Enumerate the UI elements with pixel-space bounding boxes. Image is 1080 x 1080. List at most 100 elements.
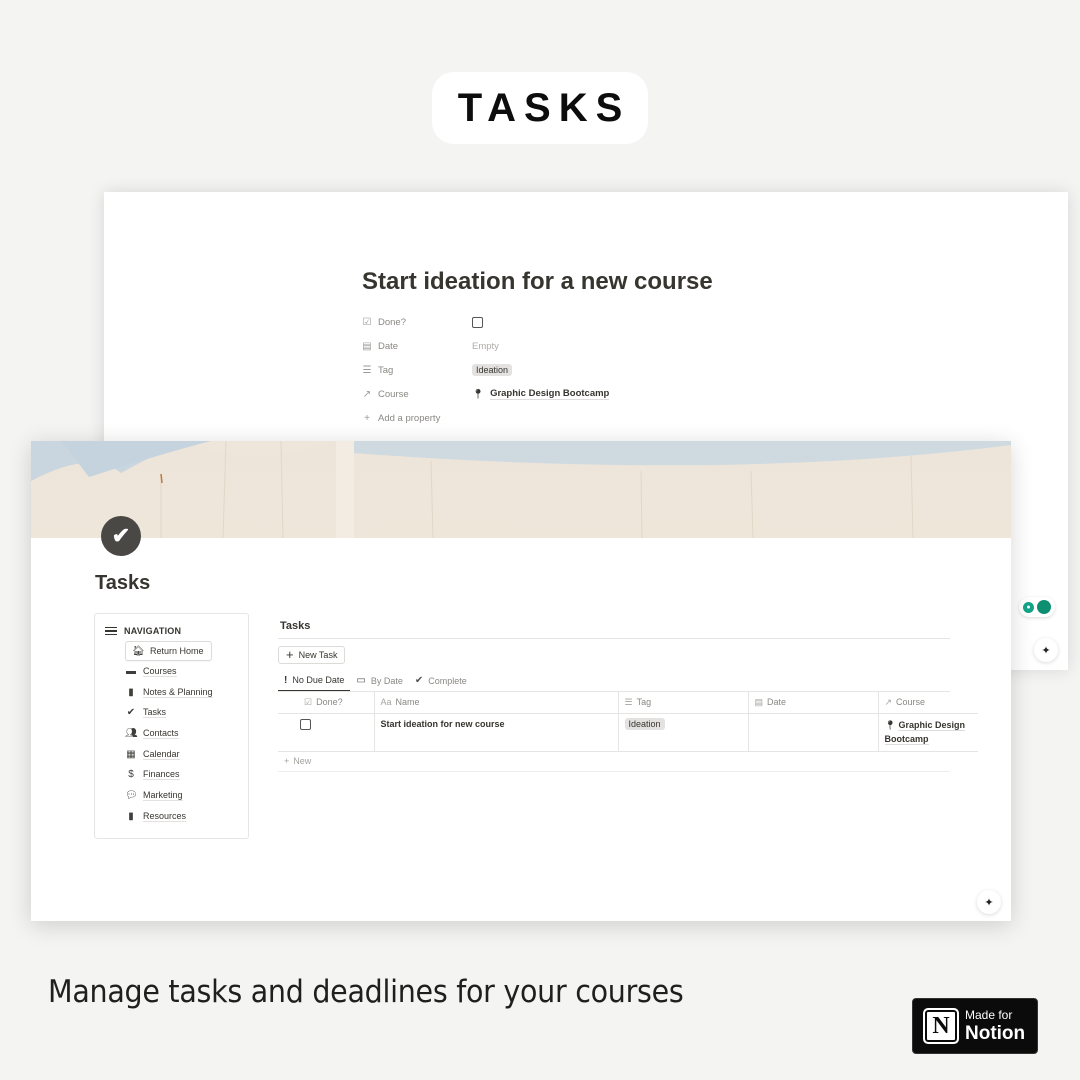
nav-label: Calendar <box>143 748 180 760</box>
people-icon: 👥︎ <box>125 727 138 739</box>
hero-title: TASKS <box>457 85 631 130</box>
navigation-list: 🏠︎ Return Home ▬ Courses ▮ Notes & Plann… <box>125 641 213 827</box>
nav-link-finances[interactable]: $ Finances <box>125 764 213 785</box>
plus-icon: + <box>284 756 290 766</box>
view-tabs: ! No Due Date ▭ By Date ✔ Complete <box>278 670 950 692</box>
column-header-name[interactable]: Aa Name <box>374 692 619 714</box>
nav-link-courses[interactable]: ▬ Courses <box>125 661 213 682</box>
nav-label: Return Home <box>150 646 204 656</box>
checkbox-icon: ☑ <box>304 696 313 707</box>
extension-widget[interactable]: ● <box>1019 597 1055 617</box>
nav-label: Finances <box>143 769 180 781</box>
navigation-panel: NAVIGATION 🏠︎ Return Home ▬ Courses ▮ No… <box>94 613 249 839</box>
column-label: Tag <box>636 696 652 707</box>
caption: Manage tasks and deadlines for your cour… <box>48 974 684 1010</box>
new-row-label: New <box>293 756 312 766</box>
property-label: Date <box>378 340 399 352</box>
cover-art <box>31 441 1011 538</box>
tab-by-date[interactable]: ▭ By Date <box>350 670 408 691</box>
table-header-row: ☑ Done? Aa Name ☰ Tag ▤ Date ↗ Course <box>278 692 978 714</box>
property-label: Tag <box>378 364 394 376</box>
return-home-button[interactable]: 🏠︎ Return Home <box>125 641 212 661</box>
text-icon: Aa <box>380 697 392 708</box>
tab-complete[interactable]: ✔ Complete <box>409 670 473 691</box>
property-tag: ☰ Tag Ideation <box>362 358 609 382</box>
column-header-done[interactable]: ☑ Done? <box>278 692 375 714</box>
tasks-table: ☑ Done? Aa Name ☰ Tag ▤ Date ↗ Course Start i… <box>278 692 978 752</box>
pin-icon: 📍︎ <box>472 388 485 400</box>
lightbulb-icon: ● <box>1023 601 1034 613</box>
cell-course: 📍︎ Graphic Design Bootcamp <box>878 713 978 752</box>
list-icon: ☰ <box>362 364 372 376</box>
nav-link-marketing[interactable]: 💬︎ Marketing <box>125 785 213 806</box>
column-header-tag[interactable]: ☰ Tag <box>618 692 749 714</box>
column-label: Name <box>395 697 420 708</box>
tab-no-due-date[interactable]: ! No Due Date <box>278 670 351 691</box>
pin-icon: 📍︎ <box>884 719 899 730</box>
chat-icon <box>1037 600 1051 614</box>
course-relation-link[interactable]: Graphic Design Bootcamp <box>490 388 610 400</box>
add-property-button[interactable]: + Add a property <box>362 406 609 430</box>
cell-date[interactable] <box>748 713 879 752</box>
calendar-icon: ▦ <box>126 748 136 760</box>
tag-pill[interactable]: Ideation <box>472 364 513 376</box>
task-page-title: Start ideation for a new course <box>362 268 713 295</box>
navigation-heading-label: NAVIGATION <box>124 626 182 636</box>
arrow-up-right-icon: ↗ <box>884 696 893 707</box>
property-course: ↗ Course 📍︎ Graphic Design Bootcamp <box>362 382 610 406</box>
tab-label: By Date <box>370 675 403 686</box>
ai-sparkle-button[interactable]: ✦ <box>977 890 1001 914</box>
nav-label: Marketing <box>143 789 183 801</box>
column-header-date[interactable]: ▤ Date <box>748 692 879 714</box>
done-checkbox[interactable] <box>472 316 483 328</box>
new-task-label: New Task <box>298 650 338 660</box>
tab-label: Complete <box>428 675 467 686</box>
ai-sparkle-button[interactable]: ✦ <box>1034 638 1058 662</box>
archive-icon: ▬ <box>126 665 136 677</box>
done-checkbox[interactable] <box>300 718 311 730</box>
sparkle-icon: ✦ <box>1041 644 1051 657</box>
calendar-icon: ▤ <box>754 696 764 707</box>
calendar-icon: ▤ <box>362 340 372 352</box>
document-icon: ▮ <box>128 686 134 698</box>
list-icon: ☰ <box>624 696 633 707</box>
property-done: ☑ Done? <box>362 310 609 334</box>
nav-label: Notes & Planning <box>143 686 213 698</box>
nav-link-tasks[interactable]: ✔ Tasks <box>125 702 213 723</box>
database-title[interactable]: Tasks <box>278 613 950 639</box>
add-property-label: Add a property <box>378 412 441 424</box>
add-new-row-button[interactable]: + New <box>278 752 950 772</box>
nav-label: Courses <box>143 665 177 677</box>
book-icon: ▮ <box>128 810 134 822</box>
tasks-database: Tasks + New Task ! No Due Date ▭ By Date… <box>278 613 978 772</box>
nav-link-contacts[interactable]: 👥︎ Contacts <box>125 723 213 744</box>
nav-label: Resources <box>143 810 187 822</box>
cell-name[interactable]: Start ideation for new course <box>374 713 619 752</box>
nav-link-calendar[interactable]: ▦ Calendar <box>125 744 213 765</box>
column-label: Done? <box>316 696 343 707</box>
property-list: ☑ Done? ▤ Date Empty ☰ Tag Ideation ↗ Course… <box>362 310 610 430</box>
check-circle-icon: ✔ <box>414 675 424 686</box>
plus-icon: + <box>364 412 370 424</box>
property-label: Done? <box>378 316 406 328</box>
menu-icon <box>105 626 117 636</box>
nav-label: Tasks <box>143 707 167 719</box>
plus-icon: + <box>286 647 294 662</box>
page-title: Tasks <box>95 572 151 594</box>
calendar-icon: ▭ <box>356 675 366 686</box>
tab-label: No Due Date <box>292 675 345 685</box>
column-header-course[interactable]: ↗ Course <box>878 692 978 714</box>
badge-big-text: Notion <box>965 1023 1026 1044</box>
badge-small-text: Made for <box>965 1008 1013 1022</box>
new-task-button[interactable]: + New Task <box>278 646 346 664</box>
table-row[interactable]: Start ideation for new course Ideation 📍… <box>278 713 978 752</box>
made-for-notion-badge: N Made for Notion <box>912 998 1038 1054</box>
nav-link-notes-planning[interactable]: ▮ Notes & Planning <box>125 682 213 703</box>
property-label: Course <box>378 388 409 400</box>
date-value[interactable]: Empty <box>472 341 499 352</box>
tag-pill[interactable]: Ideation <box>624 717 665 730</box>
chat-bubbles-icon: 💬︎ <box>125 789 138 801</box>
hero-pill: TASKS <box>432 72 648 144</box>
nav-link-resources[interactable]: ▮ Resources <box>125 806 213 827</box>
navigation-heading: NAVIGATION <box>105 626 181 636</box>
